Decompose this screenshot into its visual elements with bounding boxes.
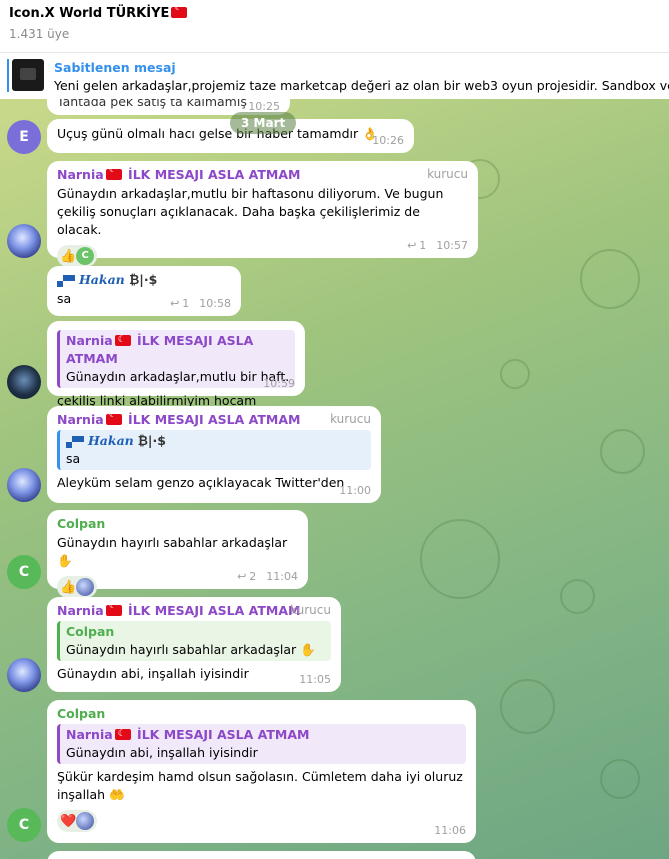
message-bubble[interactable]: Colpan Günaydın hayırlı sabahlar arkadaş… — [47, 510, 308, 598]
message-bubble[interactable]: Narnia İLK MESAJI ASLA ATMAM Günaydın ar… — [47, 321, 305, 408]
reply-quote[interactable]: Hakan ₿|·$ sa — [57, 430, 371, 470]
turkey-flag-icon — [114, 725, 131, 743]
reaction-chip[interactable]: ❤️ — [57, 810, 98, 832]
reaction-chip[interactable]: 👍 — [57, 576, 98, 598]
reply-icon[interactable]: ↩ — [237, 570, 246, 583]
pinned-thumbnail — [12, 59, 44, 91]
chat-area[interactable]: 3 Mart Tahtada pek satış ta kalmamış 10:… — [0, 99, 669, 859]
message-text: Günaydın arkadaşlar,mutlu bir haftasonu … — [57, 186, 444, 237]
message-time: 11:00 — [339, 484, 371, 497]
doodle-decoration — [500, 359, 530, 389]
reply-icon[interactable]: ↩ — [170, 297, 179, 310]
message-meta: ↩ 1 10:58 — [170, 297, 231, 310]
avatar[interactable]: C — [7, 808, 41, 842]
doodle-decoration — [600, 759, 640, 799]
avatar[interactable] — [7, 224, 41, 258]
sender-name[interactable]: Colpan — [57, 706, 466, 721]
reactor-avatar — [76, 578, 95, 596]
message-text: Aleyküm selam genzo açıklayacak Twitter'… — [57, 475, 345, 490]
reactions: ❤️ — [57, 810, 466, 832]
message-text: Şükür kardeşim hamd olsun sağolasın. Cüm… — [57, 769, 463, 802]
message-bubble[interactable]: Colpan Narnia İLK MESAJI ASLA ATMAM Güna… — [47, 700, 476, 843]
reply-quote[interactable]: Narnia İLK MESAJI ASLA ATMAM Günaydın ar… — [57, 330, 295, 388]
doodle-decoration — [420, 519, 500, 599]
doodle-decoration — [580, 249, 640, 309]
doodle-decoration — [600, 429, 645, 474]
message-bubble[interactable]: Narnia İLK MESAJI ASLA ATMAM kurucu Haka… — [47, 406, 381, 503]
member-count: 1.431 üye — [9, 27, 70, 41]
sender-name[interactable]: Hakan ₿|·$ — [57, 272, 231, 287]
avatar[interactable] — [7, 365, 41, 399]
message-bubble[interactable]: Hakan ₿|·$ sa ↩ 1 10:58 — [47, 266, 241, 316]
pinned-message-bar[interactable]: Sabitlenen mesaj Yeni gelen arkadaşlar,p… — [0, 52, 669, 98]
reactor-avatar — [76, 812, 95, 830]
sender-name[interactable]: Narnia İLK MESAJI ASLA ATMAM — [57, 410, 371, 427]
message-bubble[interactable]: Narnia İLK MESAJI ASLA ATMAM kurucu Colp… — [47, 597, 341, 692]
message-text: Günaydın abi, inşallah iyisindir — [57, 666, 249, 681]
reaction-chip[interactable]: 👍 C — [57, 245, 98, 267]
message-time: 10:26 — [372, 134, 404, 147]
avatar[interactable] — [7, 658, 41, 692]
message-text: Tahtada pek satış ta kalmamış — [57, 99, 247, 109]
pinned-title: Sabitlenen mesaj — [54, 60, 176, 75]
chat-title[interactable]: Icon.X World TÜRKİYE — [9, 3, 189, 21]
message-time: 11:05 — [299, 673, 331, 686]
reply-icon[interactable]: ↩ — [407, 239, 416, 252]
turkey-flag-icon — [105, 601, 122, 616]
pinned-text: Yeni gelen arkadaşlar,projemiz taze mark… — [54, 78, 669, 93]
turkey-flag-icon — [105, 410, 122, 425]
message-bubble[interactable] — [47, 851, 476, 859]
turkey-flag-icon — [114, 331, 131, 349]
role-badge: kurucu — [427, 167, 468, 181]
avatar[interactable]: E — [7, 120, 41, 154]
role-badge: kurucu — [290, 603, 331, 617]
date-separator: 3 Mart — [230, 112, 297, 134]
message-time: 11:06 — [434, 824, 466, 837]
doodle-decoration — [560, 579, 595, 614]
turkey-flag-icon — [171, 3, 188, 18]
turkey-flag-icon — [105, 165, 122, 180]
message-text: Günaydın hayırlı sabahlar arkadaşlar ✋ — [57, 535, 288, 568]
hakan-logo-icon — [57, 274, 75, 287]
role-badge: kurucu — [330, 412, 371, 426]
chat-header[interactable]: Icon.X World TÜRKİYE 1.431 üye — [0, 0, 669, 52]
avatar[interactable] — [7, 468, 41, 502]
message-meta: ↩ 2 11:04 — [237, 570, 298, 583]
reply-quote[interactable]: Colpan Günaydın hayırlı sabahlar arkadaş… — [57, 621, 331, 661]
hakan-logo-icon — [66, 435, 84, 448]
message-time: 10:59 — [263, 377, 295, 390]
message-bubble[interactable]: Narnia İLK MESAJI ASLA ATMAM kurucu Güna… — [47, 161, 478, 267]
message-meta: ↩ 1 10:57 — [407, 239, 468, 252]
reactor-avatar: C — [76, 247, 95, 265]
avatar[interactable]: C — [7, 555, 41, 589]
pinned-indicator — [7, 59, 9, 92]
reply-quote[interactable]: Narnia İLK MESAJI ASLA ATMAM Günaydın ab… — [57, 724, 466, 764]
sender-name[interactable]: Colpan — [57, 516, 298, 531]
doodle-decoration — [500, 679, 555, 734]
sender-name[interactable]: Narnia İLK MESAJI ASLA ATMAM — [57, 165, 468, 182]
